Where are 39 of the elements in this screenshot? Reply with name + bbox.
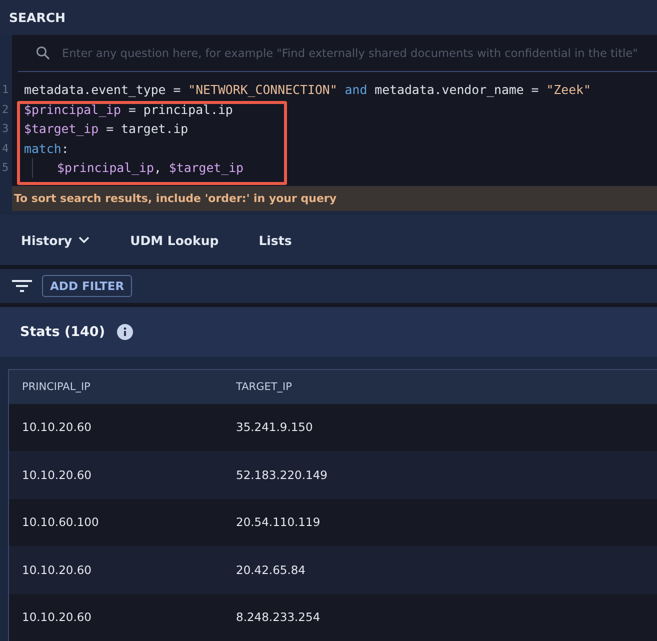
warning-text: To sort search results, include 'order:' in your query xyxy=(13,192,337,206)
table-cell: 8.248.233.254 xyxy=(236,610,320,624)
search-icon xyxy=(36,46,50,60)
tab[interactable]: Lists xyxy=(258,232,292,248)
search-field[interactable]: Enter any question here, for example "Find externally shared documents with confidential in the title" xyxy=(62,46,657,60)
table-cell: 20.54.110.119 xyxy=(236,515,320,530)
table-cell: 10.10.20.60 xyxy=(22,468,92,482)
table-row[interactable]: 10.10.60.100 20.54.110.119 xyxy=(9,498,657,546)
table-row[interactable]: 10.10.20.60 8.248.233.254 xyxy=(9,594,657,641)
table-cell: 52.183.220.149 xyxy=(236,468,328,482)
tab[interactable]: UDM Lookup xyxy=(130,232,219,248)
add-filter-button[interactable]: ADD FILTER xyxy=(42,275,132,298)
line-number: 1 xyxy=(1,82,10,98)
line-number: 4 xyxy=(1,140,10,157)
section-title: SEARCH xyxy=(9,10,66,26)
table-row[interactable]: 10.10.20.60 52.183.220.149 xyxy=(9,451,657,498)
code-line: match: xyxy=(24,140,69,158)
column-header: PRINCIPAL_IP xyxy=(22,380,90,392)
stats-title: Stats (140) xyxy=(20,324,105,340)
filter-icon[interactable] xyxy=(12,279,32,294)
table-cell: 10.10.20.60 xyxy=(22,562,92,577)
code-line: $principal_ip, $target_ip xyxy=(32,158,244,178)
chevron-down-icon xyxy=(78,236,90,244)
table-cell: 20.42.65.84 xyxy=(236,562,306,577)
info-icon[interactable] xyxy=(117,324,133,340)
code-line: $target_ip = target.ip xyxy=(24,120,188,138)
column-header: TARGET_IP xyxy=(236,380,292,392)
table-row[interactable]: 10.10.20.60 35.241.9.150 xyxy=(9,404,657,451)
code-line: $principal_ip = principal.ip xyxy=(24,100,233,119)
table-cell: 10.10.20.60 xyxy=(22,420,92,434)
tab[interactable]: History xyxy=(21,232,90,248)
line-number: 3 xyxy=(1,121,10,138)
table-row[interactable]: 10.10.20.60 20.42.65.84 xyxy=(9,546,657,594)
line-number: 5 xyxy=(1,160,10,176)
code-line: metadata.event_type = "NETWORK_CONNECTION" and metadata.vendor_name = "Zeek" xyxy=(24,81,591,100)
line-number: 2 xyxy=(1,102,10,118)
table-cell: 35.241.9.150 xyxy=(236,420,313,434)
table-cell: 10.10.60.100 xyxy=(22,515,99,530)
table-cell: 10.10.20.60 xyxy=(22,610,92,624)
